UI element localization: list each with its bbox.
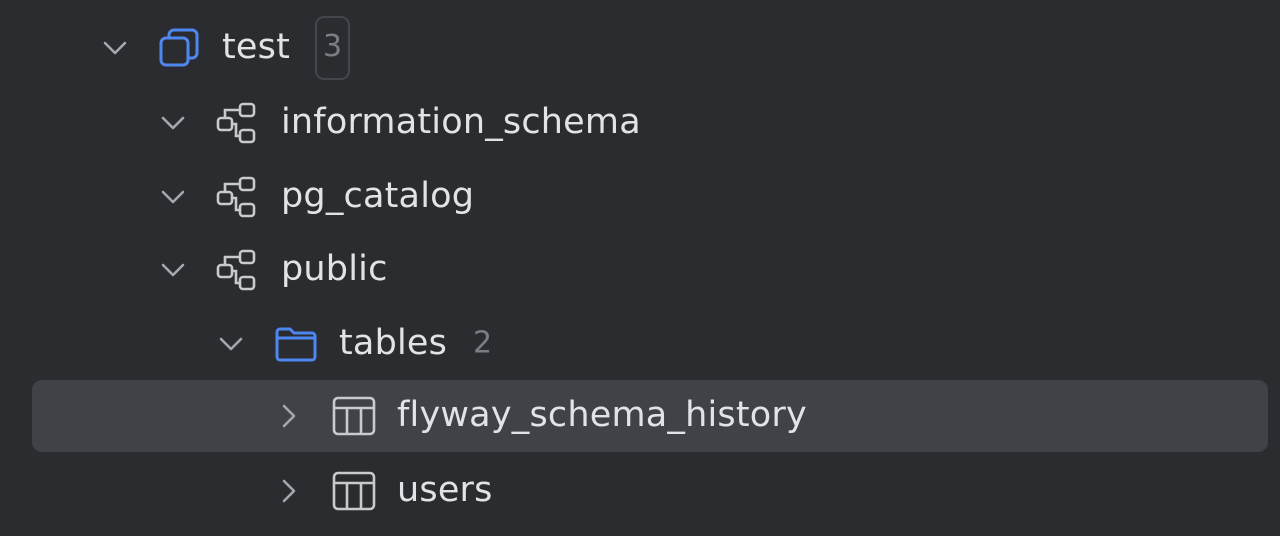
chevron-down-icon[interactable] [101, 34, 129, 62]
chevron-down-icon[interactable] [159, 109, 187, 137]
table-icon [331, 393, 377, 439]
chevron-down-icon[interactable] [159, 183, 187, 211]
tree-node-database[interactable]: test 3 [0, 11, 1280, 84]
tree-node-table-users[interactable]: users [0, 454, 1280, 527]
schema-icon [215, 247, 261, 293]
database-tree: test 3 information_schema pg_catalog pub… [0, 0, 1280, 536]
table-icon [331, 468, 377, 514]
database-icon [157, 25, 203, 71]
tree-node-label: public [281, 248, 388, 289]
item-count-badge: 3 [315, 15, 351, 80]
tree-node-label: pg_catalog [281, 175, 475, 216]
tree-node-schema-pg-catalog[interactable]: pg_catalog [0, 160, 1280, 233]
tree-node-label: flyway_schema_history [397, 394, 807, 435]
tree-node-schema-public[interactable]: public [0, 233, 1280, 306]
item-count: 2 [473, 324, 493, 360]
schema-icon [215, 100, 261, 146]
chevron-down-icon[interactable] [159, 256, 187, 284]
chevron-right-icon[interactable] [275, 477, 303, 505]
folder-icon [273, 321, 319, 367]
tree-node-label: test [222, 26, 291, 67]
tree-node-schema-information-schema[interactable]: information_schema [0, 86, 1280, 159]
tree-node-table-flyway-schema-history[interactable]: flyway_schema_history [0, 379, 1280, 452]
tree-node-label: users [397, 469, 493, 510]
schema-icon [215, 174, 261, 220]
chevron-right-icon[interactable] [275, 402, 303, 430]
tree-node-label: information_schema [281, 101, 641, 142]
tree-node-label: tables [339, 322, 448, 363]
tree-node-folder-tables[interactable]: tables 2 [0, 307, 1280, 380]
chevron-down-icon[interactable] [217, 330, 245, 358]
